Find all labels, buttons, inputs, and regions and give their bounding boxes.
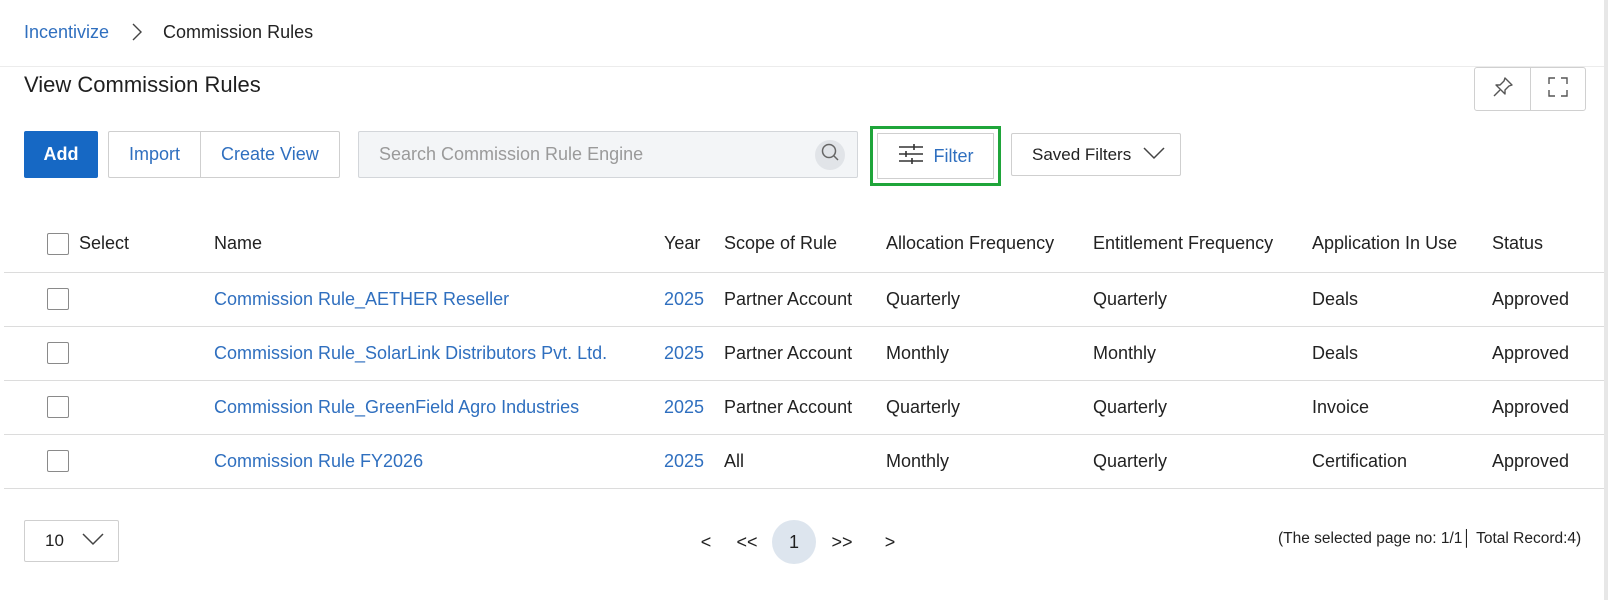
saved-filters-label: Saved Filters [1032,144,1132,164]
rule-scope: Partner Account [724,272,886,327]
breadcrumb: Incentivize Commission Rules [24,20,313,44]
column-header-status[interactable]: Status [1492,216,1604,273]
view-tools [1474,67,1586,111]
rule-status: Approved [1492,434,1604,489]
rule-entitlement: Quarterly [1093,434,1312,489]
select-all-checkbox[interactable] [47,232,69,255]
rule-year-link[interactable]: 2025 [664,343,704,363]
rule-entitlement: Quarterly [1093,380,1312,435]
column-header-application[interactable]: Application In Use [1312,216,1492,273]
chevron-right-icon [131,23,143,41]
chevron-down-icon [82,531,104,551]
rule-allocation: Quarterly [886,380,1093,435]
first-page-button[interactable]: << [722,520,772,564]
rule-allocation: Quarterly [886,272,1093,327]
create-view-button[interactable]: Create View [200,132,339,177]
rule-status: Approved [1492,326,1604,381]
search-box [358,131,858,178]
rule-application: Invoice [1312,380,1492,435]
fullscreen-button[interactable] [1530,68,1585,110]
table-row: Commission Rule_AETHER Reseller 2025 Par… [4,272,1604,327]
rule-allocation: Monthly [886,326,1093,381]
row-checkbox[interactable] [47,288,69,311]
last-page-button[interactable]: >> [816,520,868,564]
table-header-row: Select Name Year Scope of Rule Allocatio… [4,216,1604,273]
pin-button[interactable] [1475,68,1530,110]
rule-status: Approved [1492,380,1604,435]
rule-allocation: Monthly [886,434,1093,489]
rule-scope: All [724,434,886,489]
row-checkbox[interactable] [47,342,69,365]
table-row: Commission Rule FY2026 2025 All Monthly … [4,434,1604,489]
saved-filters-dropdown[interactable]: Saved Filters [1011,133,1181,176]
column-header-name[interactable]: Name [214,216,664,273]
add-button[interactable]: Add [24,131,98,178]
rule-application: Deals [1312,326,1492,381]
rule-year-link[interactable]: 2025 [664,451,704,471]
rule-year-link[interactable]: 2025 [664,397,704,417]
table-row: Commission Rule_GreenField Agro Industri… [4,380,1604,435]
header-divider [0,66,1604,67]
page: Incentivize Commission Rules View Commis… [0,0,1608,600]
column-header-scope[interactable]: Scope of Rule [724,216,886,273]
breadcrumb-current: Commission Rules [163,21,314,42]
pagination: < << 1 >> > [690,520,912,564]
rule-name-link[interactable]: Commission Rule_AETHER Reseller [214,289,509,309]
page-title: View Commission Rules [24,72,261,97]
commission-rules-table: Select Name Year Scope of Rule Allocatio… [4,216,1604,489]
page-size-value: 10 [45,531,64,550]
filter-button[interactable]: Filter [877,133,994,179]
rule-entitlement: Monthly [1093,326,1312,381]
rule-application: Deals [1312,272,1492,327]
pin-icon [1492,76,1514,103]
column-header-entitlement[interactable]: Entitlement Frequency [1093,216,1312,273]
scrollbar-track[interactable] [1604,0,1608,600]
next-page-button[interactable]: > [868,520,912,564]
table-row: Commission Rule_SolarLink Distributors P… [4,326,1604,381]
record-info: (The selected page no: 1/1│ Total Record… [1278,530,1582,547]
rule-status: Approved [1492,272,1604,327]
rule-entitlement: Quarterly [1093,272,1312,327]
rule-name-link[interactable]: Commission Rule_SolarLink Distributors P… [214,343,607,363]
action-button-group: Import Create View [108,131,340,178]
column-header-label: Select [79,233,130,254]
row-checkbox[interactable] [47,396,69,419]
column-header-allocation[interactable]: Allocation Frequency [886,216,1093,273]
column-header-year[interactable]: Year [664,216,724,273]
rule-scope: Partner Account [724,380,886,435]
chevron-down-icon [1143,145,1165,165]
page-size-select[interactable]: 10 [24,520,119,562]
filter-sliders-icon [898,142,924,171]
import-button[interactable]: Import [109,132,200,177]
fullscreen-icon [1547,76,1569,103]
rule-name-link[interactable]: Commission Rule FY2026 [214,451,423,471]
breadcrumb-incentivize-link[interactable]: Incentivize [24,22,109,43]
search-icon [820,142,840,167]
search-button[interactable] [815,139,845,170]
filter-label: Filter [933,145,974,166]
row-checkbox[interactable] [47,450,69,473]
prev-page-button[interactable]: < [690,520,722,564]
rule-year-link[interactable]: 2025 [664,289,704,309]
rule-application: Certification [1312,434,1492,489]
rule-name-link[interactable]: Commission Rule_GreenField Agro Industri… [214,397,579,417]
current-page-button[interactable]: 1 [772,520,816,564]
rule-scope: Partner Account [724,326,886,381]
search-input[interactable] [359,132,815,177]
column-header-select: Select [4,216,214,273]
